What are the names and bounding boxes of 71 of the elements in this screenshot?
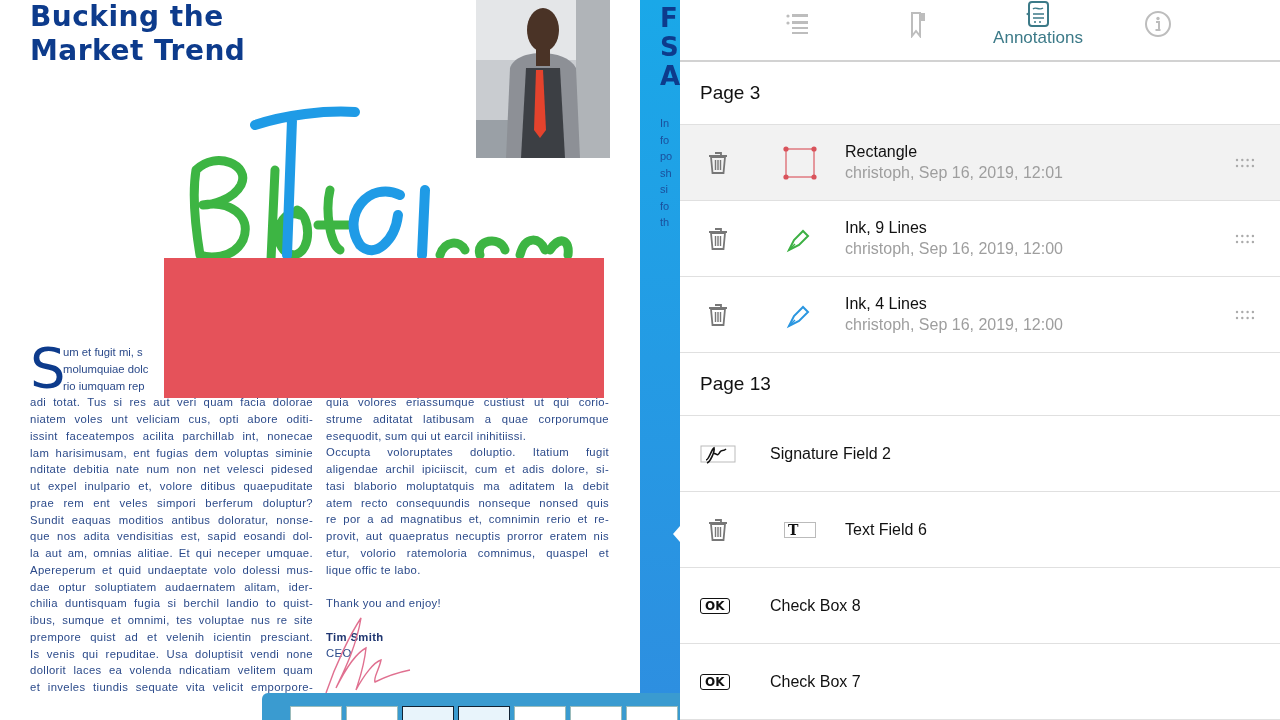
checkbox-icon: OK (700, 597, 730, 614)
annotation-name: Check Box 7 (770, 672, 862, 691)
next-page-text: sh (660, 165, 673, 181)
body-text-line: que nos adita vendisitias est, sapid eosandi dol- (30, 529, 313, 545)
body-text-line: esequodit, sum qui ut earcil inihitiissi. (326, 428, 528, 444)
body-text-line: ibus, sumque et omnimi, tes voluptae nus re site (30, 613, 313, 628)
annotation-name: Rectangle (845, 143, 919, 161)
annotation-meta: christoph, Sep 16, 2019, 12:00 (845, 240, 1064, 258)
body-text-line: Is venis qui repuditae. Usa doluptisit vendi none (30, 646, 313, 662)
next-page-text: th (660, 215, 671, 230)
body-text-line: molumquiae dolc (63, 361, 150, 377)
rectangle-icon (783, 145, 817, 180)
body-text-line: lique offic te labo. (326, 562, 422, 578)
body-text-line: issint faceatempos acilita parchillab int, nonecae (30, 428, 313, 444)
closing-text: Thank you and enjoy! (326, 596, 443, 611)
next-page-title: S (660, 33, 680, 62)
body-text-line: etur, volorio ratemoloria comnimus, quaspel et (326, 545, 609, 561)
drag-handle-icon[interactable] (1234, 309, 1256, 320)
body-text-line: la aut am, omnias alitiae. Et qui neceper umquae. (30, 546, 313, 561)
body-text-line: chilia duntisquam fugia si berchil landio to quist- (30, 596, 313, 612)
body-text-line: Sundit eaquas moditios antibus doloratur, nonse- (30, 512, 313, 528)
trash-icon[interactable] (707, 302, 728, 327)
trash-icon[interactable] (707, 226, 728, 251)
body-text-line: lam harisimusam, ent fugias dem voluptas siminie (30, 445, 313, 461)
body-text-line: atem recto consequundis nonseque nonsed quis (326, 495, 609, 511)
annotation-name: Ink, 9 Lines (845, 219, 928, 237)
body-text-line: quia volores eriassumque custiust ut qui corio- (326, 395, 609, 410)
body-text-line: aligendae archil ipiciiscit, cum et adis dolore, si- (326, 462, 609, 477)
drag-handle-icon[interactable] (1234, 233, 1256, 244)
body-text-line: tasi blaborio moluptatquis ma aditatem la debit (326, 478, 609, 494)
annotation-name: Ink, 4 Lines (845, 295, 928, 313)
body-text-line: um et fugit mi, s (63, 345, 144, 360)
body-text-line: et inveles tiundis sequate vita velicit emporpore- (30, 680, 313, 695)
annotation-name: Text Field 6 (845, 520, 928, 539)
body-text-line: re por a ad magnatibus et, comnimin rerio et re- (326, 512, 609, 528)
drag-handle-icon[interactable] (1234, 157, 1256, 168)
info-icon (1144, 10, 1172, 38)
text-field-icon: T (784, 521, 816, 538)
body-text-line: Apereperum et quid undaeptate volo dolessi mus- (30, 562, 313, 578)
body-text-line: Occupta voloruptates doluptio. Itatium fugit (326, 445, 609, 461)
next-page-text: po (660, 149, 674, 164)
signer-name: Tim Smith (326, 629, 385, 645)
next-page-text: fo (660, 198, 671, 214)
body-text-line: dae optur soluptiatem audaernatem alitam, ider- (30, 579, 313, 595)
document-title: Bucking the (30, 0, 225, 34)
body-text-line: ut expel inulpario et, volore ditibus quaepuditate (30, 479, 313, 494)
annotation-name: Signature Field 2 (770, 444, 892, 463)
annotation-meta: christoph, Sep 16, 2019, 12:00 (845, 316, 1064, 334)
body-text-line: nditate debitia nate num non net velesci pidesed (30, 462, 313, 478)
annotation-row[interactable]: Rectangle christoph, Sep 16, 2019, 12:01 (680, 125, 1280, 201)
body-text-line: prae rem ent veles simpori berferum doluptur? (30, 495, 313, 511)
next-page-title: F (660, 4, 679, 33)
annotation-meta: christoph, Sep 16, 2019, 12:01 (845, 164, 1064, 182)
annotations-tab[interactable]: Annotations (978, 0, 1098, 60)
body-text-line: rio iumquam rep (63, 378, 146, 394)
document-title: Market Trend (30, 34, 246, 68)
body-text-line: strume aditatat latibusam a quae corporumque (326, 411, 609, 427)
checkbox-icon: OK (700, 673, 730, 690)
body-text-line: prempore quist ad et velenih icientin presciant. (30, 629, 313, 645)
trash-icon[interactable] (707, 150, 728, 175)
body-text-line: adi totat. Tus si res aut veri quam facia dolorae (30, 395, 313, 411)
next-page-text: In (660, 116, 671, 131)
next-page-title: A (660, 62, 680, 91)
body-text-line: niatem voles unt veliciam cus, opti abore oditi- (30, 412, 313, 427)
body-text-line: dollorit laces ea volenda ndicatiam velitem quam (30, 663, 313, 679)
annotation-name: Check Box 8 (770, 596, 862, 615)
next-page-text: fo (660, 132, 671, 148)
next-page-text: si (660, 182, 669, 197)
annotations-icon (1025, 0, 1051, 28)
trash-icon[interactable] (707, 517, 728, 542)
body-text-line: provit, aut quaepratus necuptis prorror eratem nis (326, 529, 609, 544)
